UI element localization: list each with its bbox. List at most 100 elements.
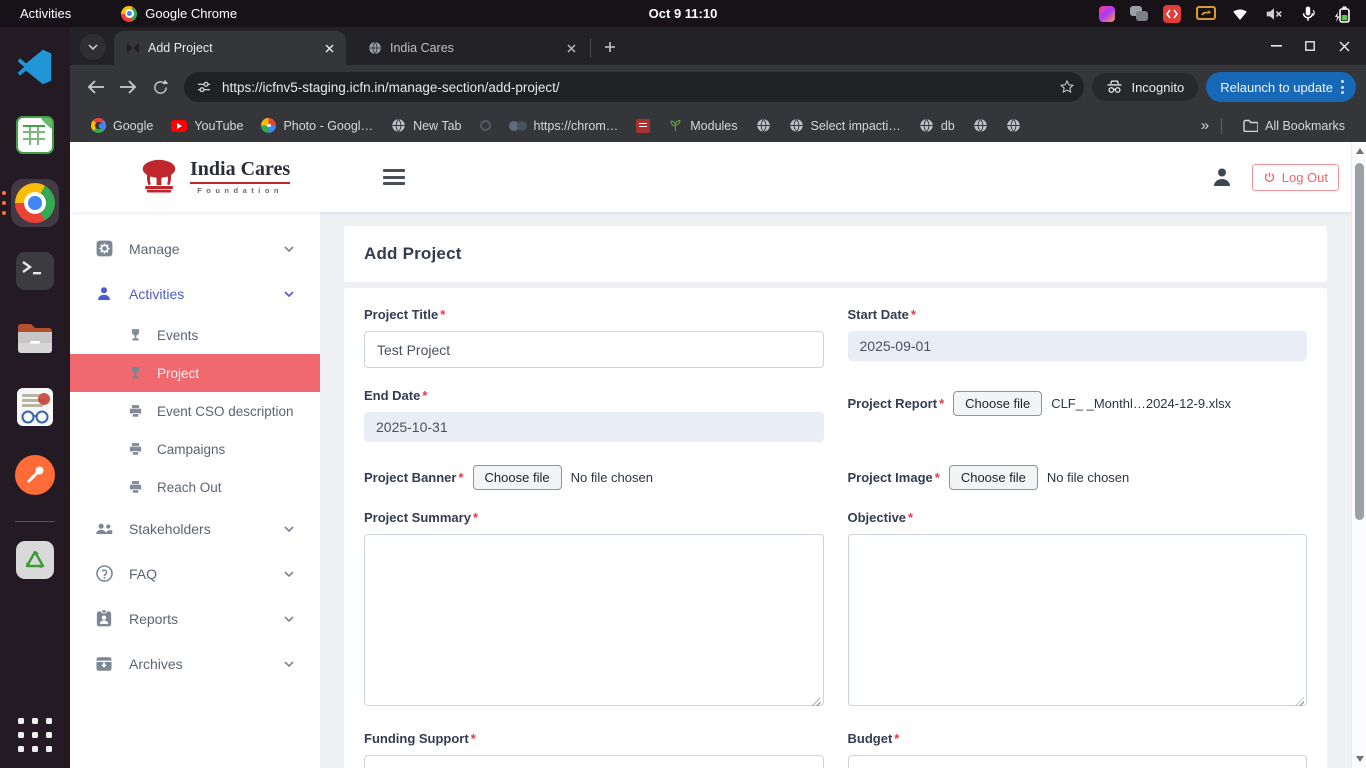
bookmark-youtube[interactable]: YouTube — [162, 116, 252, 136]
bookmark-globe-1[interactable] — [747, 115, 780, 136]
tab-close-icon[interactable] — [320, 39, 338, 57]
sidebar-item-stakeholders[interactable]: Stakeholders — [70, 506, 320, 551]
volume-muted-icon[interactable] — [1264, 6, 1284, 22]
google-photos-icon — [261, 118, 276, 133]
close-button[interactable] — [1330, 32, 1358, 60]
site-settings-icon[interactable] — [196, 79, 212, 95]
dock-document-viewer-icon[interactable] — [11, 383, 59, 431]
activities-button[interactable]: Activities — [0, 0, 91, 27]
bookmark-db[interactable]: db — [910, 115, 964, 136]
power-icon — [1263, 171, 1276, 184]
scroll-up-arrow[interactable] — [1356, 148, 1364, 154]
add-project-form: Project Title* Start Date* End Date* — [344, 288, 1327, 768]
bookmark-chrome-link[interactable]: https://chrom… — [500, 116, 628, 136]
chevron-down-icon — [284, 246, 294, 252]
dock-trash-icon[interactable] — [11, 536, 59, 584]
dock-postman-icon[interactable] — [11, 451, 59, 499]
all-bookmarks-button[interactable]: All Bookmarks — [1234, 116, 1354, 136]
system-tray — [1099, 4, 1366, 24]
dock-libreoffice-calc-icon[interactable] — [11, 111, 59, 159]
project-image-choose-file-button[interactable]: Choose file — [949, 465, 1038, 490]
field-end-date: End Date* — [364, 388, 824, 442]
bookmark-photos[interactable]: Photo - Googl… — [252, 115, 382, 136]
trophy-icon — [127, 327, 144, 344]
page-title-card: Add Project — [344, 226, 1327, 282]
project-image-label: Project Image* — [848, 470, 940, 485]
bookmark-google[interactable]: Google — [82, 115, 162, 136]
objective-textarea[interactable] — [848, 534, 1308, 706]
end-date-input[interactable] — [364, 412, 824, 442]
battery-charging-icon[interactable] — [1332, 4, 1352, 24]
bookmark-star-icon[interactable] — [1054, 74, 1080, 100]
brand-tagline: Foundation — [197, 186, 283, 195]
logout-button[interactable]: Log Out — [1252, 164, 1339, 191]
tab-india-cares[interactable]: India Cares — [356, 31, 588, 65]
page-scrollbar[interactable] — [1351, 142, 1366, 768]
people-icon — [94, 521, 114, 537]
google-icon — [91, 118, 106, 133]
budget-input[interactable] — [848, 755, 1308, 768]
chat-icon[interactable] — [1130, 6, 1148, 22]
clock[interactable]: Oct 9 11:10 — [649, 6, 718, 21]
brand-rule — [190, 182, 290, 184]
project-report-choose-file-button[interactable]: Choose file — [953, 391, 1042, 416]
user-avatar-icon[interactable] — [1210, 165, 1234, 189]
sidebar-item-project[interactable]: Project — [70, 354, 320, 392]
dock-vscode-icon[interactable] — [11, 43, 59, 91]
printer-icon — [127, 441, 144, 458]
sidebar-toggle-button[interactable] — [383, 169, 405, 185]
dock-chrome-icon[interactable] — [11, 179, 59, 227]
address-bar[interactable]: https://icfnv5-staging.icfn.in/manage-se… — [184, 72, 1084, 102]
bookmark-new-tab[interactable]: New Tab — [382, 115, 470, 136]
new-tab-button[interactable] — [597, 34, 623, 60]
bookmark-bajaj[interactable] — [627, 116, 659, 136]
sidebar-item-events[interactable]: Events — [70, 316, 320, 354]
scrollbar-thumb[interactable] — [1355, 163, 1364, 520]
bookmark-globe-2[interactable] — [964, 115, 997, 136]
remote-desktop-icon[interactable] — [1163, 5, 1181, 23]
microphone-icon[interactable] — [1299, 5, 1317, 23]
maximize-button[interactable] — [1296, 32, 1324, 60]
sidebar-item-archives[interactable]: Archives — [70, 641, 320, 686]
color-app-icon[interactable] — [1099, 6, 1115, 22]
browser-menu-icon[interactable] — [1333, 80, 1352, 94]
field-project-summary: Project Summary* — [364, 510, 824, 711]
sidebar-item-faq[interactable]: FAQ — [70, 551, 320, 596]
relaunch-to-update-button[interactable]: Relaunch to update — [1206, 72, 1356, 102]
india-cares-logo[interactable]: India Cares Foundation — [137, 159, 290, 195]
dock-terminal-icon[interactable] — [11, 247, 59, 295]
tab-search-button[interactable] — [80, 34, 106, 60]
start-date-label: Start Date* — [848, 307, 1308, 322]
dock-divider — [15, 521, 55, 522]
sidebar-item-activities[interactable]: Activities — [70, 271, 320, 316]
screen-share-icon[interactable] — [1196, 5, 1216, 23]
tab-add-project[interactable]: Add Project — [114, 31, 346, 65]
bookmark-modules[interactable]: Modules — [659, 115, 746, 136]
project-summary-textarea[interactable] — [364, 534, 824, 706]
show-applications-button[interactable] — [18, 718, 52, 752]
project-banner-choose-file-button[interactable]: Choose file — [473, 465, 562, 490]
wifi-icon[interactable] — [1231, 6, 1249, 22]
badge-icon — [94, 609, 114, 628]
project-title-input[interactable] — [364, 331, 824, 368]
bookmark-select-impact[interactable]: Select impacti… — [780, 115, 910, 136]
dock-files-icon[interactable] — [11, 315, 59, 363]
sidebar-item-event-cso-description[interactable]: Event CSO description — [70, 392, 320, 430]
funding-support-input[interactable] — [364, 755, 824, 768]
app-indicator[interactable]: Google Chrome — [121, 6, 237, 22]
bookmarks-overflow-button[interactable]: » — [1201, 117, 1209, 134]
start-date-input[interactable] — [848, 331, 1308, 361]
tab-close-icon[interactable] — [562, 39, 580, 57]
forward-button[interactable] — [112, 71, 144, 103]
sidebar-item-campaigns[interactable]: Campaigns — [70, 430, 320, 468]
bookmark-unnamed[interactable] — [471, 117, 500, 134]
bookmark-globe-3[interactable] — [997, 115, 1030, 136]
sidebar-item-reports[interactable]: Reports — [70, 596, 320, 641]
sidebar-item-reach-out[interactable]: Reach Out — [70, 468, 320, 506]
minimize-button[interactable] — [1262, 32, 1290, 60]
ubuntu-topbar: Activities Google Chrome Oct 9 11:10 — [0, 0, 1366, 27]
reload-button[interactable] — [144, 71, 176, 103]
scroll-down-arrow[interactable] — [1356, 756, 1364, 762]
sidebar-item-manage[interactable]: Manage — [70, 226, 320, 271]
back-button[interactable] — [80, 71, 112, 103]
